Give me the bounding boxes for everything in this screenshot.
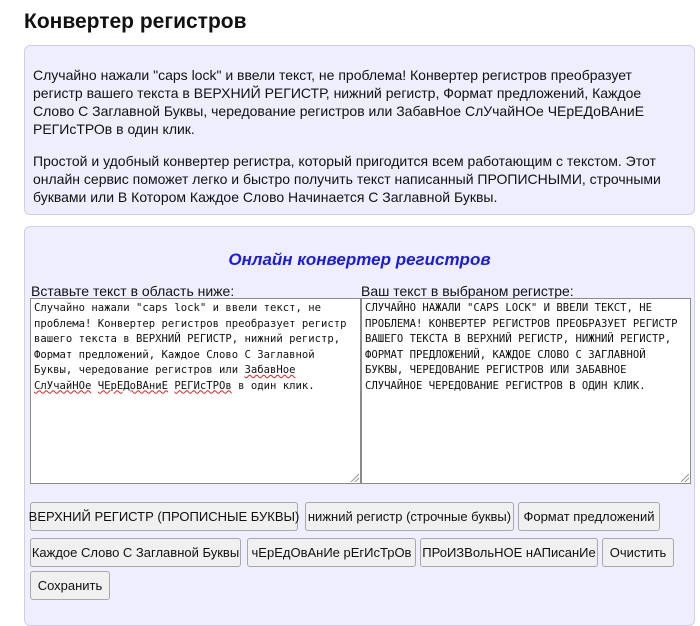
alternating-case-button[interactable]: чЕрЕдОвАнИе рЕгИсТрОв: [247, 538, 416, 567]
converter-panel: Онлайн конвертер регистров Вставьте текс…: [24, 226, 695, 626]
input-text-word: СлУчайНОе: [34, 379, 92, 392]
clear-button[interactable]: Очистить: [602, 538, 674, 567]
input-text-main: Случайно нажали "caps lock" и ввели текс…: [34, 302, 353, 376]
input-text-word: ЗабавНое: [244, 364, 296, 376]
save-button[interactable]: Сохранить: [30, 571, 110, 600]
input-text-end: в один клик.: [231, 379, 315, 392]
random-case-button[interactable]: ПРоИЗВольНОЕ нАПисанИе: [420, 538, 598, 567]
intro-paragraph-1: Случайно нажали "caps lock" и ввели текс…: [33, 67, 645, 137]
output-label: Ваш текст в выбраном регистре:: [361, 283, 574, 299]
resize-grip-icon[interactable]: [681, 474, 689, 482]
input-text-word: РЕГИсТРОв: [174, 379, 232, 392]
output-textarea[interactable]: СЛУЧАЙНО НАЖАЛИ "CAPS LOCK" И ВВЕЛИ ТЕКС…: [361, 298, 691, 484]
page-title: Конвертер регистров: [24, 10, 247, 33]
resize-grip-icon[interactable]: [351, 474, 359, 482]
input-label: Вставьте текст в область ниже:: [31, 283, 235, 299]
title-case-button[interactable]: Каждое Слово С Заглавной Буквы: [30, 538, 241, 567]
lowercase-button[interactable]: нижний регистр (строчные буквы): [305, 502, 514, 531]
converter-heading: Онлайн конвертер регистров: [228, 250, 491, 269]
output-text: СЛУЧАЙНО НАЖАЛИ "CAPS LOCK" И ВВЕЛИ ТЕКС…: [365, 302, 684, 392]
sentence-case-button[interactable]: Формат предложений: [518, 502, 660, 531]
intro-paragraph-2: Простой и удобный конвертер регистра, ко…: [33, 153, 661, 205]
input-textarea[interactable]: Случайно нажали "caps lock" и ввели текс…: [30, 298, 361, 484]
input-text-word: ЧЕрЕДоВАниЕ: [97, 379, 168, 392]
intro-panel: Случайно нажали "caps lock" и ввели текс…: [24, 45, 695, 215]
uppercase-button[interactable]: ВЕРХНИЙ РЕГИСТР (ПРОПИСНЫЕ БУКВЫ): [29, 502, 299, 531]
